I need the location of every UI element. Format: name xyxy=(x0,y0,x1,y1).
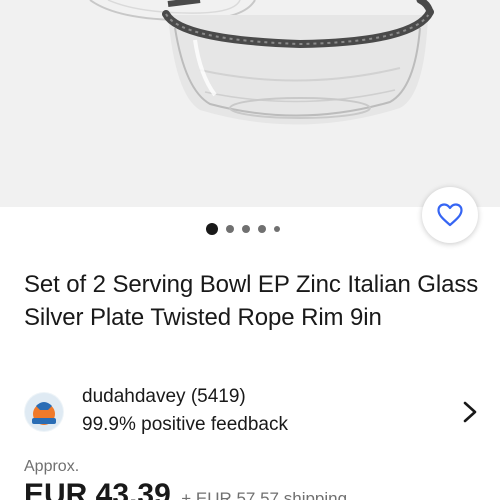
watch-button[interactable] xyxy=(422,187,478,243)
seller-logo-icon xyxy=(25,393,63,431)
approx-label: Approx. xyxy=(24,458,80,475)
price-row: EUR 43.39 + EUR 57.57 shipping xyxy=(24,478,347,500)
carousel-dot-3[interactable] xyxy=(242,225,250,233)
chevron-right-icon[interactable] xyxy=(460,400,480,424)
product-image[interactable] xyxy=(0,0,500,207)
carousel-dot-5[interactable] xyxy=(274,226,280,232)
carousel-dot-4[interactable] xyxy=(258,225,266,233)
carousel-dot-2[interactable] xyxy=(226,225,234,233)
seller-avatar xyxy=(24,392,64,432)
seller-name[interactable]: dudahdavey (5419) xyxy=(82,386,246,408)
heart-outline-icon xyxy=(437,203,463,227)
shipping-cost: + EUR 57.57 shipping xyxy=(181,489,348,500)
seller-info-row[interactable]: dudahdavey (5419) 99.9% positive feedbac… xyxy=(24,386,480,440)
glass-bowls-illustration xyxy=(89,0,434,125)
carousel-dot-1[interactable] xyxy=(206,223,218,235)
listing-title: Set of 2 Serving Bowl EP Zinc Italian Gl… xyxy=(24,271,479,331)
item-price: EUR 43.39 xyxy=(24,478,171,500)
carousel-indicator xyxy=(206,222,280,236)
seller-feedback: 99.9% positive feedback xyxy=(82,414,288,435)
